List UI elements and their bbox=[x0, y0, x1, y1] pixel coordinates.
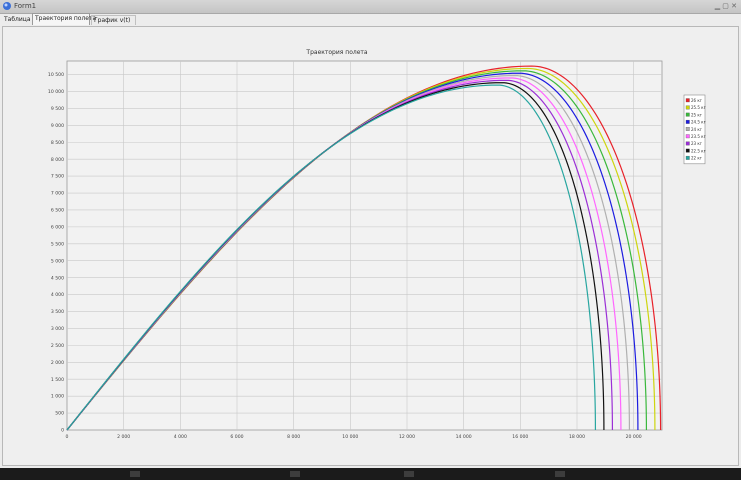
y-tick-label: 0 bbox=[61, 428, 64, 434]
y-tick-label: 1 000 bbox=[51, 394, 64, 400]
tab-speed-graph[interactable]: График v(t) bbox=[91, 15, 136, 25]
legend-swatch bbox=[685, 98, 690, 103]
legend-swatch bbox=[685, 112, 690, 117]
legend-label: 23 кг bbox=[691, 141, 702, 146]
legend-label: 25 кг bbox=[691, 112, 702, 117]
y-tick-label: 6 000 bbox=[51, 224, 64, 230]
y-tick-label: 8 500 bbox=[51, 140, 64, 146]
legend-label: 25.5 кг bbox=[691, 105, 706, 110]
y-tick-label: 2 500 bbox=[51, 343, 64, 349]
legend-label: 23.5 кг bbox=[691, 134, 706, 139]
y-tick-label: 3 500 bbox=[51, 309, 64, 315]
y-tick-label: 4 000 bbox=[51, 292, 64, 298]
legend-swatch bbox=[685, 105, 690, 110]
y-tick-label: 10 500 bbox=[48, 72, 64, 78]
plot-area bbox=[66, 60, 663, 431]
legend-label: 26 кг bbox=[691, 98, 702, 103]
x-tick-label: 14 000 bbox=[456, 434, 472, 440]
y-tick-label: 4 500 bbox=[51, 275, 64, 281]
y-tick-label: 2 000 bbox=[51, 360, 64, 366]
legend-swatch bbox=[685, 155, 690, 160]
legend-label: 24.5 кг bbox=[691, 120, 706, 125]
window-title: Form1 bbox=[14, 2, 37, 10]
legend-swatch bbox=[685, 141, 690, 146]
y-tick-label: 1 500 bbox=[51, 377, 64, 383]
taskbar bbox=[0, 468, 741, 480]
y-tick-label: 10 000 bbox=[48, 89, 64, 95]
x-tick-label: 8 000 bbox=[287, 434, 300, 440]
x-tick-label: 2 000 bbox=[117, 434, 130, 440]
x-tick-label: 4 000 bbox=[174, 434, 187, 440]
x-tick-label: 12 000 bbox=[399, 434, 415, 440]
y-tick-label: 7 500 bbox=[51, 174, 64, 180]
tab-trajectory[interactable]: Траектория полета bbox=[32, 13, 96, 25]
y-tick-label: 6 500 bbox=[51, 208, 64, 214]
x-tick-label: 6 000 bbox=[230, 434, 243, 440]
legend-label: 22 кг bbox=[691, 156, 702, 161]
window-controls[interactable]: ▁ ▢ ✕ bbox=[715, 2, 737, 10]
app-icon bbox=[3, 2, 11, 10]
x-tick-label: 10 000 bbox=[342, 434, 358, 440]
taskbar-app[interactable] bbox=[404, 471, 414, 477]
chart-title: Траектория полета bbox=[305, 49, 367, 56]
trajectory-chart: Траектория полета 0 2 000 4 000 6 000 8 000 1… bbox=[48, 49, 706, 440]
y-tick-label: 5 500 bbox=[51, 241, 64, 247]
legend: 26 кг 25.5 кг 25 кг 24.5 кг 24 кг 23.5 кг 23 к… bbox=[683, 94, 706, 165]
y-tick-label: 3 000 bbox=[51, 326, 64, 332]
chart-panel: Траектория полета 0 2 000 4 000 6 000 8 000 1… bbox=[2, 26, 739, 466]
y-tick-label: 9 000 bbox=[51, 123, 64, 129]
taskbar-app[interactable] bbox=[290, 471, 300, 477]
y-tick-label: 5 000 bbox=[51, 258, 64, 264]
taskbar-app[interactable] bbox=[130, 471, 140, 477]
legend-label: 24 кг bbox=[691, 127, 702, 132]
legend-swatch bbox=[685, 148, 690, 153]
y-tick-label: 9 500 bbox=[51, 106, 64, 112]
x-tick-label: 16 000 bbox=[512, 434, 528, 440]
title-bar: Form1 ▁ ▢ ✕ bbox=[0, 0, 741, 14]
x-tick-label: 18 000 bbox=[569, 434, 585, 440]
y-tick-label: 500 bbox=[55, 411, 64, 417]
x-tick-label: 0 bbox=[66, 434, 69, 440]
y-tick-label: 8 000 bbox=[51, 157, 64, 163]
tab-table[interactable]: Таблица bbox=[2, 15, 32, 25]
legend-swatch bbox=[685, 134, 690, 139]
legend-label: 22.5 кг bbox=[691, 148, 706, 153]
x-tick-label: 20 000 bbox=[626, 434, 642, 440]
legend-swatch bbox=[685, 119, 690, 124]
legend-swatch bbox=[685, 127, 690, 131]
app-window: Form1 ▁ ▢ ✕ Таблица Траектория полета Гр… bbox=[0, 0, 741, 468]
taskbar-app[interactable] bbox=[555, 471, 565, 477]
y-tick-label: 7 000 bbox=[51, 191, 64, 197]
